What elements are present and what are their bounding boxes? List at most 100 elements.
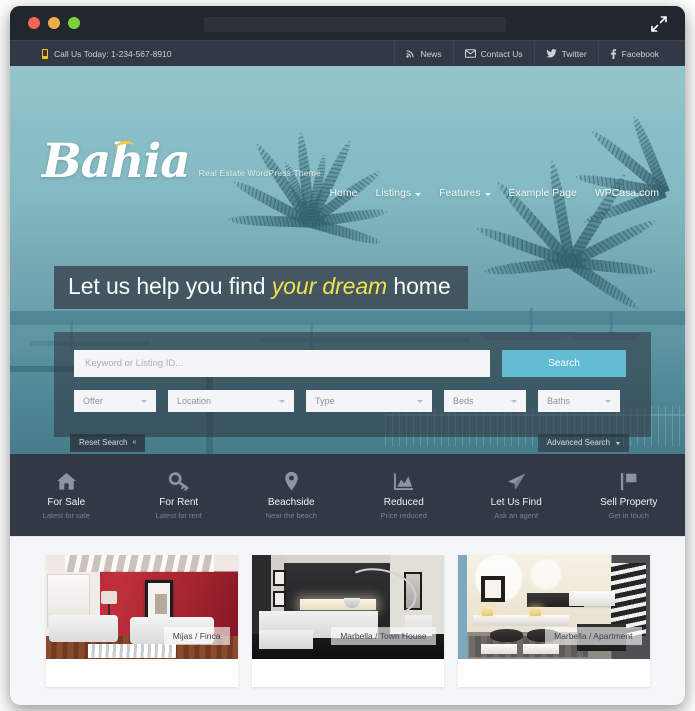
service-title: Sell Property xyxy=(600,497,658,508)
browser-titlebar xyxy=(10,6,685,40)
service-let-us-find[interactable]: Let Us Find Ask an agent xyxy=(460,470,573,520)
nav-item-home[interactable]: Home xyxy=(329,187,357,199)
service-title: Reduced xyxy=(383,497,424,508)
service-title: For Rent xyxy=(159,497,199,508)
service-title: Beachside xyxy=(267,497,315,508)
listing-card[interactable]: Mijas / Finca xyxy=(45,555,238,687)
table-lamp xyxy=(482,607,494,616)
search-filter-row: Offer Location Type Beds Baths xyxy=(74,390,620,412)
map-pin-icon xyxy=(235,470,348,492)
service-for-rent[interactable]: For Rent Latest for rent xyxy=(123,470,236,520)
ceiling-beams xyxy=(64,555,215,572)
filter-offer[interactable]: Offer xyxy=(74,390,156,412)
topbar-link-facebook[interactable]: Facebook xyxy=(597,40,685,67)
nav-label: Listings xyxy=(375,187,412,199)
phone-text: Call Us Today: 1-234-567-8910 xyxy=(54,48,172,59)
listing-thumbnail-mijas-finca: Mijas / Finca xyxy=(45,555,238,659)
service-subtitle: Get in touch xyxy=(608,511,649,520)
topbar-link-label: News xyxy=(420,48,442,59)
advanced-search-label: Advanced Search xyxy=(546,438,610,447)
listing-card-body xyxy=(252,659,444,687)
topbar-link-label: Contact Us xyxy=(480,48,523,59)
nav-item-listings[interactable]: Listings xyxy=(375,187,422,199)
nav-item-features[interactable]: Features xyxy=(439,187,491,199)
social-links: News Contact Us Twitter Facebook xyxy=(394,40,685,67)
listing-card-grid: Mijas / Finca Marbella / Town House Marb… xyxy=(10,555,685,687)
phone-info: Call Us Today: 1-234-567-8910 xyxy=(42,48,172,59)
address-bar[interactable] xyxy=(204,17,506,32)
service-subtitle: Latest for sale xyxy=(42,511,90,520)
filter-label: Location xyxy=(177,396,212,406)
service-sell-property[interactable]: Sell Property Get in touch xyxy=(573,470,686,520)
maximize-button[interactable] xyxy=(68,17,80,29)
close-button[interactable] xyxy=(28,17,40,29)
topbar-link-news[interactable]: News xyxy=(394,40,452,67)
chevron-down-icon xyxy=(141,399,147,403)
service-title: Let Us Find xyxy=(490,497,542,508)
headline-part-1: Let us help you find xyxy=(68,273,272,299)
paper-plane-icon xyxy=(460,470,573,492)
filter-beds[interactable]: Beds xyxy=(444,390,526,412)
nav-label: Features xyxy=(439,187,481,199)
chart-icon xyxy=(348,470,461,492)
site-logo[interactable]: Bahia Real Estate WordPress Theme xyxy=(42,138,321,185)
filter-location[interactable]: Location xyxy=(168,390,294,412)
listing-card-body xyxy=(458,659,650,687)
nav-item-example-page[interactable]: Example Page xyxy=(509,187,577,199)
nav-item-wpcasa[interactable]: WPCasa.com xyxy=(595,187,659,199)
search-button[interactable]: Search xyxy=(502,350,626,377)
browser-window: Call Us Today: 1-234-567-8910 News Conta… xyxy=(10,6,685,705)
listing-thumbnail-marbella-town-house: Marbella / Town House xyxy=(251,555,444,659)
listing-card[interactable]: Marbella / Apartment xyxy=(457,555,650,687)
search-input[interactable] xyxy=(74,350,490,377)
topbar-link-label: Twitter xyxy=(561,48,587,59)
envelope-icon xyxy=(464,49,476,58)
chevron-down-icon xyxy=(279,399,285,403)
sofa-left xyxy=(49,615,119,643)
service-beachside[interactable]: Beachside Near the beach xyxy=(235,470,348,520)
filter-type[interactable]: Type xyxy=(306,390,432,412)
sideboard xyxy=(472,615,569,626)
advanced-search-button[interactable]: Advanced Search xyxy=(537,434,629,452)
listing-thumbnail-marbella-apartment: Marbella / Apartment xyxy=(457,555,650,659)
service-subtitle: Price reduced xyxy=(380,511,427,520)
listing-label: Mijas / Finca xyxy=(163,627,230,645)
minimize-button[interactable] xyxy=(48,17,60,29)
chevron-down-icon xyxy=(511,399,517,403)
site-topbar: Call Us Today: 1-234-567-8910 News Conta… xyxy=(10,40,685,67)
chevron-down-icon xyxy=(616,442,620,445)
coffee-table xyxy=(480,644,517,654)
facebook-f-icon xyxy=(610,48,617,59)
reset-search-button[interactable]: Reset Search « xyxy=(70,434,146,452)
service-subtitle: Latest for rent xyxy=(155,511,202,520)
headline-emphasis: your dream xyxy=(271,273,388,299)
nav-label: Example Page xyxy=(508,187,577,199)
flag-icon xyxy=(573,470,686,492)
filter-label: Beds xyxy=(453,396,474,406)
service-title: For Sale xyxy=(47,497,86,508)
service-subtitle: Ask an agent xyxy=(494,511,539,520)
nav-label: WPCasa.com xyxy=(594,187,659,199)
topbar-link-twitter[interactable]: Twitter xyxy=(533,40,598,67)
logo-tagline: Real Estate WordPress Theme xyxy=(198,168,321,178)
listing-card[interactable]: Marbella / Town House xyxy=(251,555,444,687)
service-for-sale[interactable]: For Sale Latest for sale xyxy=(10,470,123,520)
reset-search-label: Reset Search xyxy=(79,438,128,447)
filter-baths[interactable]: Baths xyxy=(538,390,620,412)
search-main-row: Search xyxy=(74,350,626,377)
listing-label: Marbella / Apartment xyxy=(545,627,642,645)
service-reduced[interactable]: Reduced Price reduced xyxy=(348,470,461,520)
hero-section: Bahia Real Estate WordPress Theme Home L… xyxy=(10,66,685,454)
chevron-down-icon xyxy=(415,192,422,196)
topbar-link-contact-us[interactable]: Contact Us xyxy=(452,40,534,67)
expand-arrows-icon[interactable] xyxy=(649,14,669,34)
nav-label: Home xyxy=(329,187,358,199)
table-lamp xyxy=(530,607,542,616)
chevron-down-icon xyxy=(417,399,423,403)
pouf xyxy=(490,628,523,643)
filter-label: Type xyxy=(315,396,335,406)
service-subtitle: Near the beach xyxy=(265,511,317,520)
chevron-down-icon xyxy=(605,399,611,403)
featured-listings: Mijas / Finca Marbella / Town House Marb… xyxy=(10,536,685,705)
twitter-bird-icon xyxy=(545,49,557,58)
